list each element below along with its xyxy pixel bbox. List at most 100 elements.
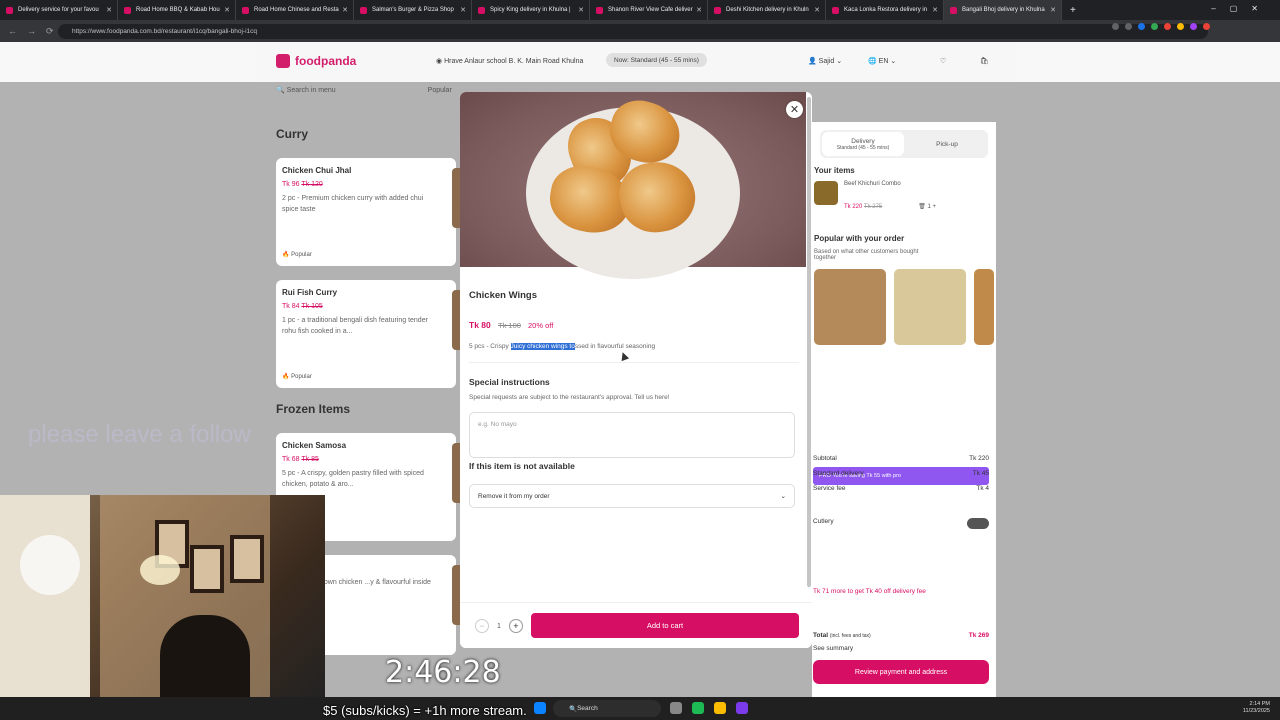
close-tab-icon[interactable]: ✕ (460, 6, 466, 14)
browser-tab[interactable]: Bangali Bhoj delivery in Khulna ✕ (944, 0, 1062, 20)
login-button[interactable]: 👤 Sajid ⌄ (808, 57, 842, 65)
item-price: Tk 96 (282, 181, 300, 188)
close-tab-icon[interactable]: ✕ (1050, 6, 1056, 14)
menu-item-card[interactable]: Rui Fish Curry Tk 84 Tk 105 1 pc - a tra… (276, 280, 466, 388)
browser-tab[interactable]: Road Home BBQ & Kabab Hou ✕ (118, 0, 236, 20)
delivery-fee-row: Standard delivery Tk 45 (813, 470, 989, 477)
browser-tab[interactable]: Delivery service for your favou ✕ (0, 0, 118, 20)
text-selection: Juicy chicken wings to (510, 343, 575, 350)
unavailable-select[interactable]: Remove it from my order ⌄ (469, 484, 795, 508)
tab-title: Delivery service for your favou (18, 7, 99, 13)
foodpanda-logo[interactable]: foodpanda (276, 54, 356, 68)
special-instructions-sub: Special requests are subject to the rest… (469, 394, 670, 401)
item-name: Chicken Chui Jhal (282, 166, 352, 175)
special-instructions-title: Special instructions (469, 377, 550, 387)
plus-button[interactable]: + (508, 619, 523, 633)
menu-item-card[interactable]: Chicken Chui Jhal Tk 96 Tk 120 2 pc - Pr… (276, 158, 466, 266)
item-old-price: Tk 120 (301, 181, 323, 188)
your-items-title: Your items (814, 166, 855, 175)
favicon-icon (6, 6, 13, 14)
subtotal-row: Subtotal Tk 220 (813, 455, 989, 462)
close-tab-icon[interactable]: ✕ (696, 6, 702, 14)
browser-tab[interactable]: Kaca Lonka Restora delivery in ✕ (826, 0, 944, 20)
address-text: Hrave Anlaur school B. K. Main Road Khul… (444, 58, 584, 65)
close-tab-icon[interactable]: ✕ (932, 6, 938, 14)
cutlery-row[interactable]: Cutlery (813, 518, 989, 529)
favicon-icon (478, 6, 485, 14)
popular-carousel[interactable] (814, 269, 994, 345)
tab-title: Road Home Chinese and Resta (254, 7, 339, 13)
cart-icon[interactable]: 🛍 (980, 57, 989, 65)
logo-text: foodpanda (295, 54, 357, 68)
item-price: Tk 84 (282, 303, 300, 310)
browser-tab[interactable]: Road Home Chinese and Resta ✕ (236, 0, 354, 20)
review-payment-button[interactable]: Review payment and address (813, 660, 989, 684)
language-select[interactable]: 🌐 EN ⌄ (868, 57, 896, 65)
close-icon[interactable]: ✕ (786, 101, 803, 118)
tab-title: Bangali Bhoj delivery in Khulna (962, 7, 1045, 13)
quantity-value: 1 (497, 622, 501, 630)
back-icon[interactable]: ← (8, 26, 17, 37)
extension-icons[interactable] (1112, 23, 1210, 30)
favicon-icon (714, 6, 721, 14)
cutlery-toggle[interactable] (967, 518, 989, 529)
see-summary-link[interactable]: See summary (813, 645, 989, 652)
menu-search[interactable]: 🔍 Search in menu Popular (276, 86, 452, 94)
cart-item-thumb (814, 181, 838, 205)
tab-title: Salman's Burger & Pizza Shop (372, 7, 454, 13)
modal-footer: − 1 + Add to cart (460, 602, 812, 648)
browser-tab[interactable]: Spicy King delivery in Khulna | ✕ (472, 0, 590, 20)
close-tab-icon[interactable]: ✕ (106, 6, 112, 14)
pinned-apps[interactable] (670, 702, 748, 714)
promo-row: Tk 71 more to get Tk 40 off delivery fee (813, 588, 926, 595)
browser-tab-strip: Delivery service for your favou ✕ Road Hom… (0, 0, 1280, 20)
forward-icon[interactable]: → (27, 26, 36, 37)
address-bar-row: ← → ⟳ https://www.foodpanda.com.bd/resta… (0, 20, 1280, 42)
taskbar-icons[interactable] (534, 702, 546, 714)
window-controls[interactable]: –▢✕ (1211, 4, 1272, 13)
popular-badge: 🔥 Popular (282, 374, 312, 380)
cart-item-name: Beef Khichuri Combo (844, 181, 901, 187)
tab-delivery[interactable]: Delivery Standard (45 - 55 mins) (822, 132, 904, 156)
cart-item-qty[interactable]: 1 (928, 204, 931, 210)
modal-scrollbar[interactable] (807, 97, 811, 587)
tab-pickup[interactable]: Pick-up (906, 130, 988, 158)
delivery-time-pill[interactable]: Now: Standard (45 - 55 mins) (606, 53, 707, 67)
system-clock[interactable]: 2:14 PM 11/23/2025 (1243, 701, 1270, 715)
watermark-text: please leave a follow (28, 421, 251, 448)
popular-badge: 🔥 Popular (282, 252, 312, 258)
url-input[interactable]: https://www.foodpanda.com.bd/restaurant/… (58, 23, 1208, 39)
quantity-stepper[interactable]: − 1 + (475, 619, 523, 633)
item-name: Chicken Samosa (282, 441, 347, 450)
close-tab-icon[interactable]: ✕ (814, 6, 820, 14)
special-instructions-input[interactable]: e.g. No mayo (469, 412, 795, 458)
item-price: Tk 68 (282, 456, 300, 463)
lang-text: EN (878, 58, 889, 65)
url-text: https://www.foodpanda.com.bd/restaurant/… (72, 27, 257, 35)
favicon-icon (124, 6, 131, 14)
close-tab-icon[interactable]: ✕ (342, 6, 348, 14)
taskbar-search[interactable]: 🔍 Search (553, 700, 661, 717)
tab-popular[interactable]: Popular (428, 87, 452, 94)
stream-timer: 2:46:28 (385, 655, 501, 690)
add-to-cart-button[interactable]: Add to cart (531, 613, 799, 638)
reload-icon[interactable]: ⟳ (46, 26, 54, 37)
browser-tab[interactable]: Shanon River View Cafe deliver ✕ (590, 0, 708, 20)
item-old-price: Tk 105 (301, 303, 323, 310)
browser-tab[interactable]: Deshi Kitchen delivery in Khuln ✕ (708, 0, 826, 20)
favorites-icon[interactable]: ♡ (940, 57, 946, 65)
section-curry: Curry (276, 127, 309, 141)
minus-button[interactable]: − (475, 619, 489, 633)
new-tab-button[interactable]: + (1070, 5, 1076, 16)
browser-tab[interactable]: Salman's Burger & Pizza Shop ✕ (354, 0, 472, 20)
windows-icon[interactable] (534, 702, 546, 714)
site-header: foodpanda ◉ Hrave Anlaur school B. K. Ma… (0, 42, 1280, 82)
login-text: Sajid (818, 58, 835, 65)
delivery-address[interactable]: ◉ Hrave Anlaur school B. K. Main Road Kh… (436, 57, 583, 65)
cart-panel: Delivery Standard (45 - 55 mins) Pick-up … (812, 122, 996, 697)
tab-title: Road Home BBQ & Kabab Hou (136, 7, 220, 13)
nav-buttons[interactable]: ← → ⟳ (8, 26, 54, 37)
close-tab-icon[interactable]: ✕ (224, 6, 230, 14)
close-tab-icon[interactable]: ✕ (578, 6, 584, 14)
instructions-placeholder: e.g. No mayo (478, 421, 517, 428)
